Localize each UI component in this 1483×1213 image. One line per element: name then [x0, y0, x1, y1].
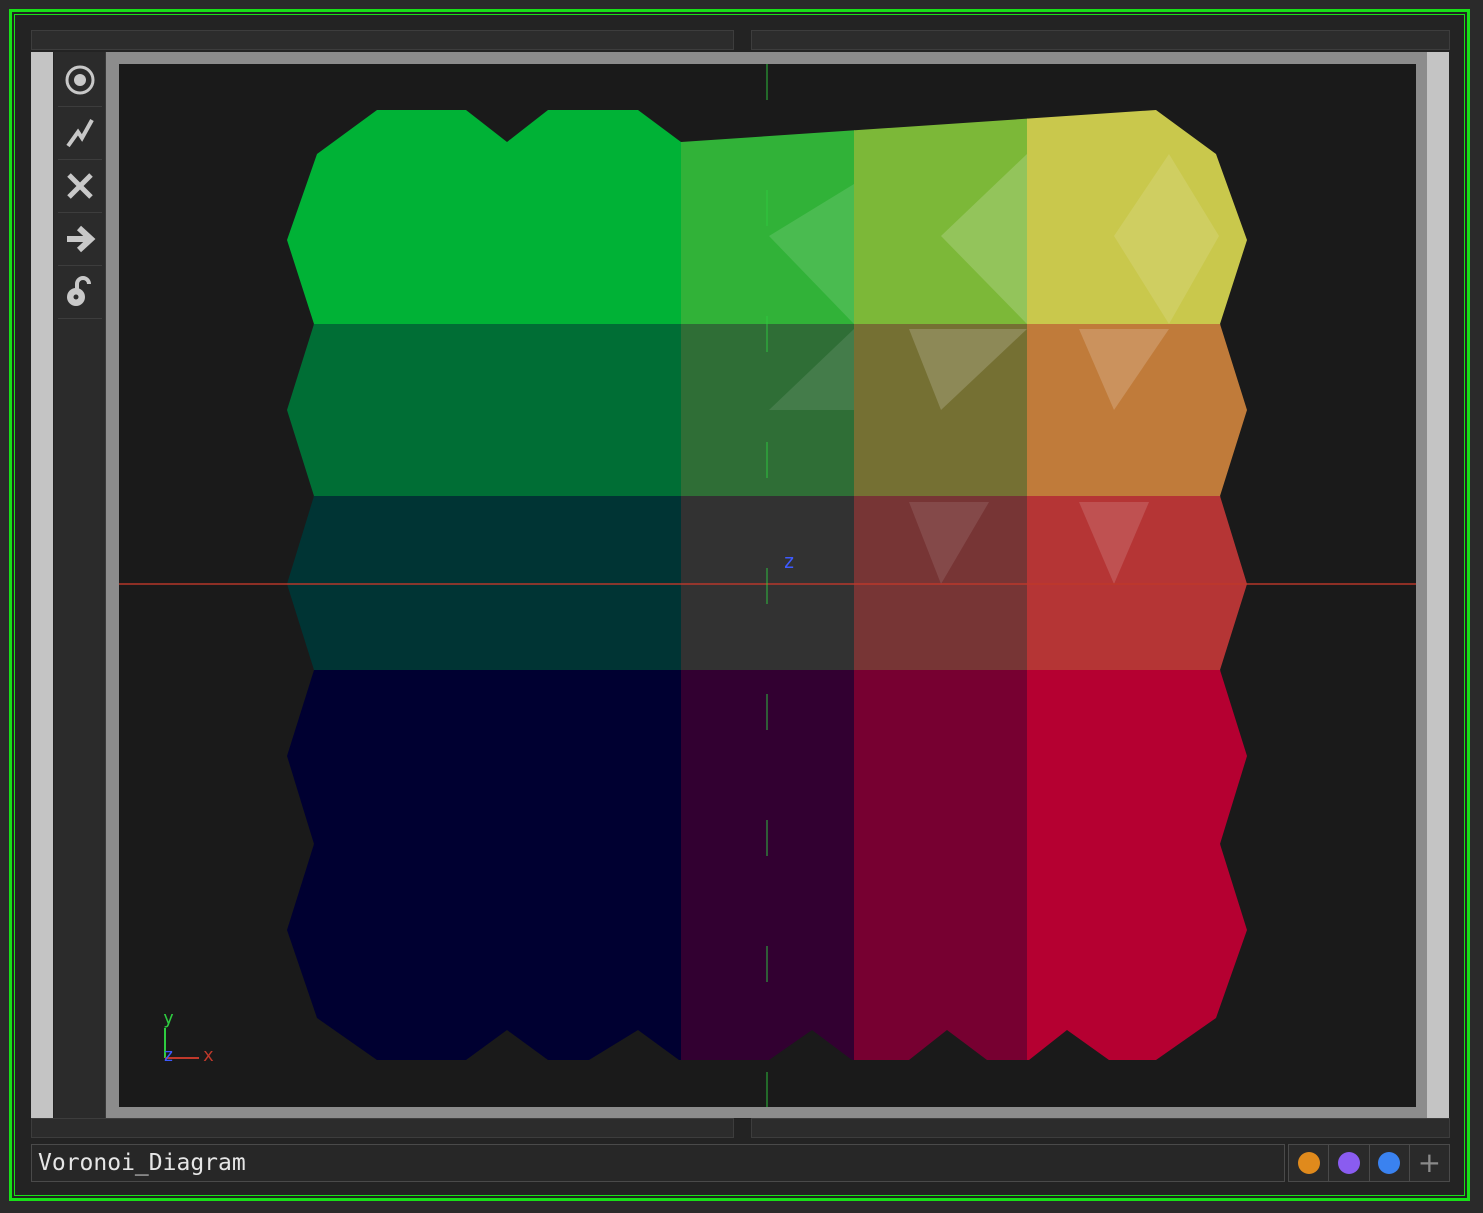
voronoi-cell — [287, 324, 510, 497]
voronoi-cell — [1027, 844, 1247, 1060]
close-button[interactable] — [58, 160, 102, 213]
unlock-icon — [67, 276, 91, 306]
arrow-right-icon — [67, 225, 96, 253]
voronoi-cell — [509, 324, 682, 497]
close-icon — [67, 173, 93, 199]
voronoi-cell — [1027, 670, 1247, 845]
swatch-blue[interactable] — [1368, 1145, 1409, 1181]
add-swatch-button[interactable]: + — [1408, 1145, 1449, 1181]
swatch-purple[interactable] — [1328, 1145, 1368, 1181]
target-button[interactable] — [58, 54, 102, 107]
3d-viewport[interactable]: z y z x — [119, 64, 1416, 1107]
left-scroll-strip[interactable] — [31, 52, 53, 1118]
viewer-toolbar — [54, 52, 106, 1118]
voronoi-cell — [854, 670, 1028, 845]
top-bar-right — [751, 30, 1450, 50]
target-icon — [65, 65, 95, 95]
right-scroll-strip[interactable] — [1427, 52, 1449, 1118]
axis-gizmo: y z x — [163, 1008, 214, 1066]
voronoi-cell — [681, 670, 855, 845]
blue-dot-icon — [1378, 1152, 1401, 1174]
voronoi-scene: z y z x — [119, 64, 1416, 1107]
voronoi-cell — [509, 110, 682, 325]
voronoi-cell — [509, 844, 682, 1060]
plus-icon: + — [1417, 1146, 1442, 1179]
voronoi-cell — [287, 110, 510, 325]
node-name-field[interactable]: Voronoi_Diagram — [31, 1144, 1285, 1182]
unlock-button[interactable] — [58, 266, 102, 319]
gizmo-x-label: x — [203, 1045, 214, 1066]
voronoi-cell — [854, 844, 1028, 1060]
arrow-right-button[interactable] — [58, 213, 102, 266]
voronoi-cell — [681, 324, 855, 497]
color-swatches: + — [1288, 1144, 1450, 1182]
top-bar-left — [31, 30, 734, 50]
swatch-orange[interactable] — [1289, 1145, 1328, 1181]
gizmo-z-label: z — [163, 1045, 174, 1066]
purple-dot-icon — [1337, 1152, 1360, 1174]
bottom-bar-right — [751, 1118, 1450, 1138]
lightning-button[interactable] — [58, 107, 102, 160]
gizmo-y-label: y — [163, 1008, 174, 1029]
voronoi-cell — [681, 844, 855, 1060]
voronoi-cell — [287, 844, 510, 1060]
lightning-icon — [66, 119, 94, 148]
voronoi-cell — [287, 670, 510, 845]
voronoi-cell — [509, 670, 682, 845]
z-axis-label: z — [783, 549, 795, 573]
bottom-bar-left — [31, 1118, 734, 1138]
orange-dot-icon — [1297, 1152, 1320, 1174]
